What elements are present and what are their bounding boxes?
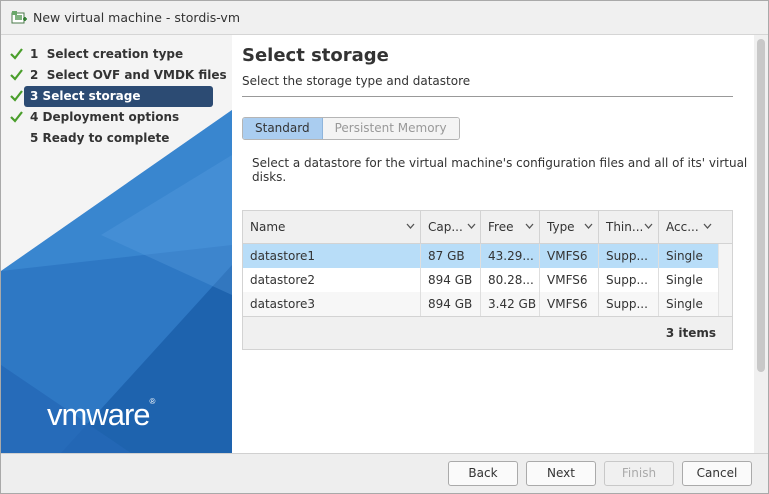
registered-mark: ® <box>149 397 156 406</box>
column-header-free[interactable]: Free <box>481 211 540 244</box>
item-count: 3 items <box>665 326 716 340</box>
grid-header: Name Cap... Free Type Thin... Acc... <box>243 211 732 244</box>
new-vm-wizard-window: New virtual machine - stordis-vm 1 Selec… <box>0 0 769 494</box>
step-deployment-options[interactable]: 4 Deployment options <box>1 107 232 128</box>
cell-capacity: 894 GB <box>421 292 481 316</box>
step-number: 2 <box>30 68 39 82</box>
table-row[interactable]: datastore1 87 GB 43.29... VMFS6 Supp... … <box>243 244 718 268</box>
column-header-thin[interactable]: Thin... <box>599 211 659 244</box>
cell-type: VMFS6 <box>540 244 599 268</box>
step-number: 4 <box>30 110 39 124</box>
cell-thin: Supp... <box>599 292 659 316</box>
content-scrollbar[interactable] <box>754 35 768 453</box>
cell-access: Single <box>666 273 703 287</box>
chevron-down-icon[interactable] <box>703 223 712 229</box>
column-header-name[interactable]: Name <box>243 211 421 244</box>
cancel-button[interactable]: Cancel <box>682 461 752 486</box>
cell-capacity: 87 GB <box>421 244 481 268</box>
step-number: 5 <box>30 131 39 145</box>
cell-capacity: 894 GB <box>421 268 481 292</box>
checkmark-icon <box>10 111 23 123</box>
cell-access: Single <box>666 249 703 263</box>
scrollbar-thumb[interactable] <box>757 39 765 372</box>
storage-type-persistent-memory[interactable]: Persistent Memory <box>322 118 459 139</box>
back-button[interactable]: Back <box>448 461 518 486</box>
datastore-description: Select a datastore for the virtual machi… <box>252 156 748 184</box>
step-ready-to-complete[interactable]: 5 Ready to complete <box>1 128 232 149</box>
column-header-access[interactable]: Acc... <box>659 211 718 244</box>
vmware-logo-text: vmware <box>47 397 151 432</box>
cell-name: datastore2 <box>243 268 421 292</box>
step-label: Deployment options <box>42 110 180 124</box>
title-bar: New virtual machine - stordis-vm <box>1 1 768 35</box>
cell-free: 3.42 GB <box>481 292 540 316</box>
wizard-steps: 1 Select creation type 2 Select OVF and … <box>1 44 232 149</box>
vmware-logo: vmware® <box>47 397 155 433</box>
column-header-type[interactable]: Type <box>540 211 599 244</box>
cell-free: 80.28... <box>481 268 540 292</box>
column-header-capacity[interactable]: Cap... <box>421 211 481 244</box>
table-row[interactable]: datastore2 894 GB 80.28... VMFS6 Supp...… <box>243 268 718 292</box>
storage-type-toggle: Standard Persistent Memory <box>242 117 460 140</box>
step-select-storage[interactable]: 3 Select storage <box>1 86 232 107</box>
chevron-down-icon[interactable] <box>584 223 593 229</box>
grid-footer: 3 items <box>243 316 732 349</box>
step-label: Select storage <box>42 89 141 103</box>
step-number: 1 <box>30 47 39 61</box>
table-row[interactable]: datastore3 894 GB 3.42 GB VMFS6 Supp... … <box>243 292 718 316</box>
grid-scroll-gutter <box>718 244 732 316</box>
chevron-down-icon[interactable] <box>406 223 415 229</box>
step-label: Select creation type <box>46 47 184 61</box>
cell-name: datastore1 <box>243 244 421 268</box>
wizard-footer: Back Next Finish Cancel <box>1 453 768 493</box>
cell-thin: Supp... <box>599 268 659 292</box>
divider <box>242 96 733 97</box>
chevron-down-icon[interactable] <box>467 223 476 229</box>
checkmark-icon <box>10 48 23 60</box>
finish-button[interactable]: Finish <box>604 461 674 486</box>
page-subtitle: Select the storage type and datastore <box>242 74 471 88</box>
cell-free: 43.29... <box>481 244 540 268</box>
step-number: 3 <box>30 89 39 103</box>
step-select-ovf-vmdk[interactable]: 2 Select OVF and VMDK files <box>1 65 232 86</box>
wizard-sidebar: 1 Select creation type 2 Select OVF and … <box>1 35 232 453</box>
chevron-down-icon[interactable] <box>644 223 653 229</box>
step-label: Ready to complete <box>42 131 170 145</box>
chevron-down-icon[interactable] <box>525 223 534 229</box>
checkmark-icon <box>10 90 23 102</box>
checkmark-icon <box>10 69 23 81</box>
datastore-grid: Name Cap... Free Type Thin... Acc... dat… <box>242 210 733 350</box>
storage-type-standard[interactable]: Standard <box>243 118 323 139</box>
cell-thin: Supp... <box>599 244 659 268</box>
window-title: New virtual machine - stordis-vm <box>33 10 241 25</box>
cell-access: Single <box>666 297 703 311</box>
wizard-content: Select storage Select the storage type a… <box>232 35 754 453</box>
step-label: Select OVF and VMDK files <box>46 68 227 82</box>
page-title: Select storage <box>242 45 389 66</box>
new-vm-icon <box>11 11 27 24</box>
next-button[interactable]: Next <box>526 461 596 486</box>
step-select-creation-type[interactable]: 1 Select creation type <box>1 44 232 65</box>
cell-name: datastore3 <box>243 292 421 316</box>
cell-type: VMFS6 <box>540 268 599 292</box>
cell-type: VMFS6 <box>540 292 599 316</box>
